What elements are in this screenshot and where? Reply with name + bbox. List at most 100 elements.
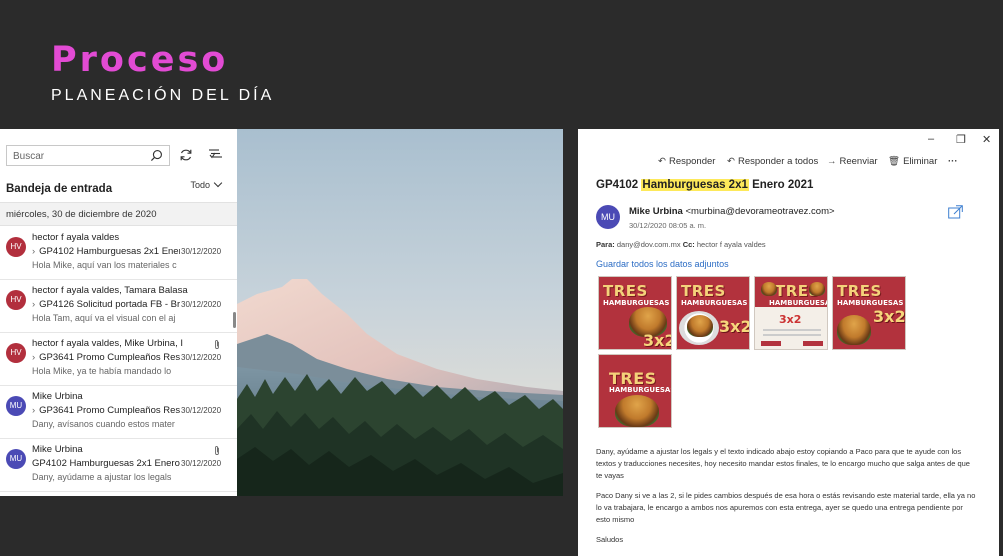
subject-suffix: Enero 2021 — [752, 179, 814, 191]
attachment-subline: HAMBURGUESAS — [681, 299, 748, 307]
list-item[interactable]: MU Mike Urbina › GP3641 Promo Cumpleaños … — [0, 386, 237, 439]
reply-all-button[interactable]: ↶ Responder a todos — [727, 156, 818, 167]
avatar: HV — [6, 290, 26, 310]
badge-shape — [803, 341, 823, 346]
reply-label: Responder — [668, 156, 716, 167]
scrollbar-thumb[interactable] — [233, 312, 236, 328]
list-item[interactable]: HV hector f ayala valdes › GP4102 Hamburg… — [0, 227, 237, 280]
reply-arrow-icon: › — [32, 299, 36, 310]
attachment-thumbnail[interactable]: TRES HAMBURGUESAS — [598, 354, 672, 428]
slide-title: Proceso — [51, 40, 229, 80]
slide-subtitle: PLANEACIÓN DEL DÍA — [51, 87, 275, 104]
message-from: hector f ayala valdes, Mike Urbina, I — [32, 338, 184, 349]
date-group-header: miércoles, 30 de diciembre de 2020 — [0, 202, 237, 226]
attachment-subline: HAMBURGUESAS — [769, 299, 827, 307]
search-field[interactable] — [6, 145, 170, 166]
message-subject: GP3641 Promo Cumpleaños Rest — [39, 352, 180, 363]
cc-value: hector f ayala valdes — [696, 240, 766, 249]
message-from: hector f ayala valdes — [32, 232, 120, 243]
inbox-filter-dropdown[interactable]: Todo — [190, 178, 223, 190]
burger-image — [837, 315, 871, 345]
minimize-button[interactable]: – — [928, 133, 934, 145]
sent-time: 30/12/2020 08:05 a. m. — [629, 221, 707, 230]
cc-label: Cc: — [682, 240, 695, 249]
chevron-down-icon — [213, 178, 223, 188]
message-subject: GP3641 Promo Cumpleaños Rest — [39, 405, 180, 416]
sender-name: Mike Urbina — [629, 206, 683, 217]
sync-icon[interactable] — [179, 148, 193, 162]
attachment-subline: HAMBURGUESAS — [609, 386, 672, 394]
message-subject-row: › GP3641 Promo Cumpleaños Rest — [32, 352, 180, 363]
attachment-subline: HAMBURGUESAS — [837, 299, 904, 307]
list-item[interactable]: HV hector f ayala valdes, Mike Urbina, I… — [0, 333, 237, 386]
message-preview: Hola Tam, aquí va el visual con el aj — [32, 313, 176, 323]
badge-shape — [761, 341, 781, 346]
message-subject: GP4102 Hamburguesas 2x1 Enero 2 — [32, 458, 180, 469]
sender-line: Mike Urbina <murbina@devorameotravez.com… — [629, 206, 835, 217]
text-line — [763, 334, 821, 336]
search-toolbar — [6, 145, 236, 167]
message-date: 30/12/2020 — [181, 353, 222, 362]
filter-label: Todo — [190, 180, 210, 190]
burger-image — [761, 282, 777, 296]
message-preview: Hola Mike, aquí van los materiales c — [32, 260, 177, 270]
attachment-thumbnail[interactable]: TRES HAMBURGUESAS 3x2 — [754, 276, 828, 350]
avatar: HV — [6, 237, 26, 257]
avatar: MU — [596, 205, 620, 229]
avatar: MU — [6, 396, 26, 416]
close-button[interactable]: ✕ — [982, 133, 991, 146]
message-subject-row: › GP4126 Solicitud portada FB - Br — [32, 299, 180, 310]
email-body-paragraph: Paco Dany si ve a las 2, si le pides cam… — [596, 491, 976, 524]
reply-all-icon: ↶ — [727, 156, 735, 167]
burger-image — [687, 315, 713, 337]
delete-button[interactable]: 🗑 Eliminar — [888, 156, 937, 167]
message-from: Mike Urbina — [32, 444, 83, 455]
message-preview: Dany, ayúdame a ajustar los legals — [32, 472, 172, 482]
attachment-promo: 3x2 — [779, 313, 802, 326]
inbox-title: Bandeja de entrada — [6, 183, 113, 195]
inbox-header: Bandeja de entrada Todo — [6, 178, 231, 195]
avatar: HV — [6, 343, 26, 363]
message-subject-row: GP4102 Hamburguesas 2x1 Enero 2 — [32, 458, 180, 469]
message-date: 30/12/2020 — [181, 247, 222, 256]
reply-arrow-icon: › — [32, 246, 36, 257]
email-subject: GP4102 Hamburguesas 2x1 Enero 2021 — [596, 179, 813, 191]
reply-button[interactable]: ↶ Responder — [658, 156, 715, 167]
mountain-image — [237, 129, 563, 496]
attachment-promo: 3x2 — [719, 317, 750, 336]
attachment-promo: 3x2 — [873, 307, 906, 326]
attachment-thumbnail[interactable]: TRES HAMBURGUESAS 3x2 — [598, 276, 672, 350]
subject-prefix: GP4102 — [596, 179, 639, 191]
save-all-attachments-link[interactable]: Guardar todos los datos adjuntos — [596, 259, 729, 269]
popout-icon[interactable] — [948, 205, 963, 219]
trash-icon: 🗑 — [888, 156, 901, 167]
attachment-promo: 3x2 — [643, 331, 671, 350]
search-icon[interactable] — [150, 149, 163, 162]
reply-arrow-icon: › — [32, 405, 36, 416]
text-line — [763, 329, 821, 331]
message-subject: GP4126 Solicitud portada FB - Br — [39, 299, 180, 310]
message-subject-row: › GP3641 Promo Cumpleaños Rest — [32, 405, 180, 416]
filter-icon[interactable] — [209, 149, 223, 161]
paperclip-icon — [215, 445, 219, 455]
paperclip-icon — [215, 339, 219, 349]
message-preview: Dany, avísanos cuando estos mater — [32, 419, 175, 429]
reply-icon: ↶ — [658, 156, 666, 167]
more-actions-button[interactable]: ··· — [948, 156, 958, 167]
forward-button[interactable]: → Reenviar — [827, 156, 878, 167]
attachment-subline: HAMBURGUESAS — [603, 299, 670, 307]
maximize-button[interactable]: ❐ — [956, 133, 966, 146]
delete-label: Eliminar — [903, 156, 938, 167]
list-item[interactable]: HV hector f ayala valdes, Tamara Balasa … — [0, 280, 237, 333]
mountain-photo — [237, 129, 563, 496]
attachment-headline: TRES — [837, 282, 882, 300]
list-item[interactable]: MU Mike Urbina GP4102 Hamburguesas 2x1 E… — [0, 439, 237, 492]
message-subject-row: › GP4102 Hamburguesas 2x1 Enero — [32, 246, 180, 257]
message-date: 30/12/2020 — [181, 406, 222, 415]
forward-icon: → — [827, 156, 837, 167]
search-input[interactable] — [7, 147, 147, 166]
burger-image — [809, 282, 825, 296]
attachment-thumbnail[interactable]: TRES HAMBURGUESAS 3x2 — [832, 276, 906, 350]
sender-email[interactable]: <murbina@devorameotravez.com> — [686, 206, 835, 217]
attachment-thumbnail[interactable]: TRES HAMBURGUESAS 3x2 — [676, 276, 750, 350]
